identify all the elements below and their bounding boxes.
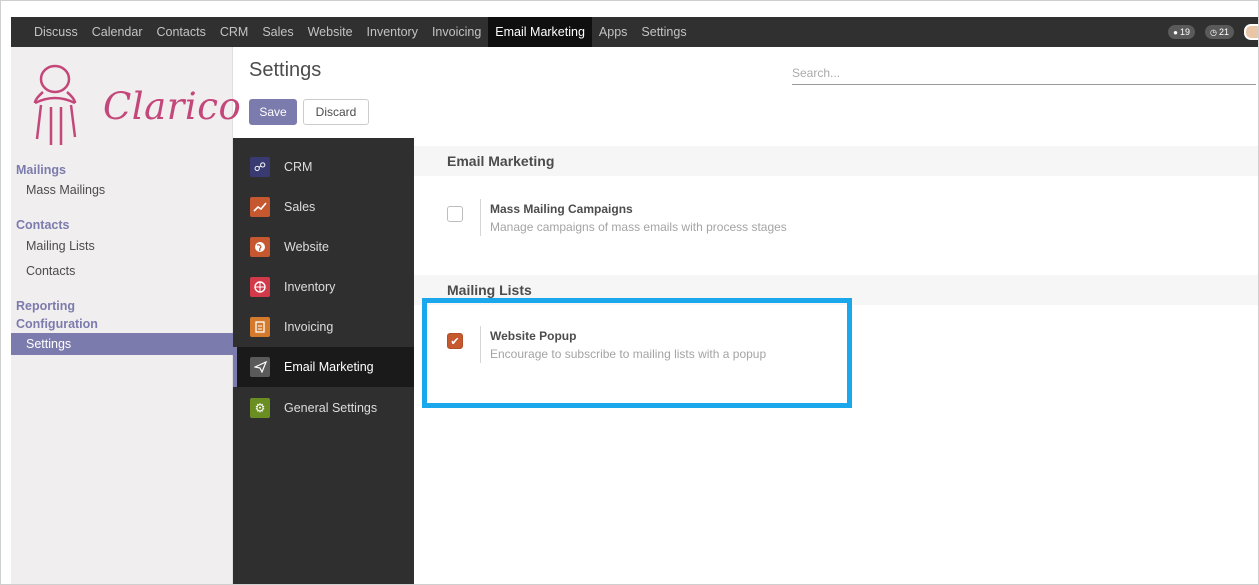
page-title: Settings: [249, 59, 322, 81]
bubble-icon: ●: [1173, 27, 1178, 37]
app-tab-label: Sales: [284, 200, 316, 214]
setting-description: Manage campaigns of mass emails with pro…: [490, 220, 787, 234]
box-icon: [250, 277, 270, 297]
menu-email-marketing[interactable]: Email Marketing: [488, 17, 592, 47]
sidebar-heading-configuration[interactable]: Configuration: [11, 315, 233, 333]
app-window: Discuss Calendar Contacts CRM Sales Webs…: [0, 0, 1259, 585]
gear-icon: ⚙: [250, 398, 270, 418]
setting-mass-mailing-campaigns: Mass Mailing Campaigns Manage campaigns …: [447, 199, 787, 236]
chart-line-icon: [250, 197, 270, 217]
app-tab-label: CRM: [284, 160, 313, 174]
systray: ● 19 ◷ 21: [1168, 17, 1258, 47]
invoice-icon: [250, 317, 270, 337]
messages-indicator[interactable]: ● 19: [1168, 25, 1195, 39]
sidebar-item-mass-mailings[interactable]: Mass Mailings: [11, 179, 233, 201]
sidebar-item-contacts[interactable]: Contacts: [11, 258, 233, 284]
sidebar-item-settings[interactable]: Settings: [11, 333, 233, 355]
paper-plane-icon: [250, 357, 270, 377]
app-tab-label: Website: [284, 240, 329, 254]
menu-inventory[interactable]: Inventory: [360, 17, 425, 47]
sidebar-heading-reporting[interactable]: Reporting: [11, 297, 233, 315]
menu-website[interactable]: Website: [301, 17, 360, 47]
activities-count: 21: [1218, 27, 1229, 37]
app-tab-invoicing[interactable]: Invoicing: [233, 307, 414, 347]
user-avatar[interactable]: [1244, 24, 1258, 40]
save-button[interactable]: Save: [249, 99, 297, 125]
menu-settings[interactable]: Settings: [634, 17, 693, 47]
app-tab-sales[interactable]: Sales: [233, 187, 414, 227]
app-tab-label: Email Marketing: [284, 360, 374, 374]
app-tab-label: General Settings: [284, 401, 378, 415]
globe-icon: [250, 237, 270, 257]
left-sidebar: Clarico Mailings Mass Mailings Contacts …: [11, 47, 241, 584]
logo-wordmark: Clarico: [103, 85, 242, 128]
highlight-box: [422, 298, 852, 408]
menu-calendar[interactable]: Calendar: [85, 17, 150, 47]
app-tab-label: Inventory: [284, 280, 336, 294]
menu-apps[interactable]: Apps: [592, 17, 635, 47]
sidebar-item-mailing-lists[interactable]: Mailing Lists: [11, 234, 233, 258]
menu-discuss[interactable]: Discuss: [27, 17, 85, 47]
app-tab-website[interactable]: Website: [233, 227, 414, 267]
menu-invoicing[interactable]: Invoicing: [425, 17, 488, 47]
setting-label: Mass Mailing Campaigns: [490, 202, 633, 216]
sidebar-group-reporting: Reporting Configuration Settings: [11, 297, 233, 355]
search-input[interactable]: [792, 61, 1256, 85]
messages-count: 19: [1179, 27, 1190, 37]
main-menu: Discuss Calendar Contacts CRM Sales Webs…: [11, 17, 694, 47]
settings-app-list: ☍ CRM Sales Website Inventory Invoicing …: [233, 138, 414, 584]
sidebar-group-mailings: Mailings Mass Mailings: [11, 161, 233, 201]
section-title-email-marketing: Email Marketing: [414, 146, 1258, 176]
clock-icon: ◷: [1210, 27, 1217, 37]
handshake-icon: ☍: [250, 157, 270, 177]
menu-crm[interactable]: CRM: [213, 17, 255, 47]
sidebar-heading-contacts[interactable]: Contacts: [11, 216, 233, 234]
mass-mailing-campaigns-checkbox[interactable]: [447, 206, 463, 222]
app-tab-label: Invoicing: [284, 320, 334, 334]
app-tab-crm[interactable]: ☍ CRM: [233, 147, 414, 187]
sidebar-group-contacts: Contacts Mailing Lists Contacts: [11, 216, 233, 284]
menu-sales[interactable]: Sales: [255, 17, 300, 47]
menu-contacts[interactable]: Contacts: [150, 17, 213, 47]
setting-text: Mass Mailing Campaigns Manage campaigns …: [480, 199, 787, 236]
discard-button[interactable]: Discard: [303, 99, 369, 125]
app-tab-general-settings[interactable]: ⚙ General Settings: [233, 388, 414, 428]
app-tab-inventory[interactable]: Inventory: [233, 267, 414, 307]
top-navbar: Discuss Calendar Contacts CRM Sales Webs…: [11, 17, 1258, 47]
activities-indicator[interactable]: ◷ 21: [1205, 25, 1234, 39]
sidebar-heading-mailings[interactable]: Mailings: [11, 161, 233, 179]
chair-logo-icon: [33, 64, 77, 145]
app-tab-email-marketing[interactable]: Email Marketing: [233, 347, 414, 387]
company-logo: Clarico: [29, 59, 241, 147]
